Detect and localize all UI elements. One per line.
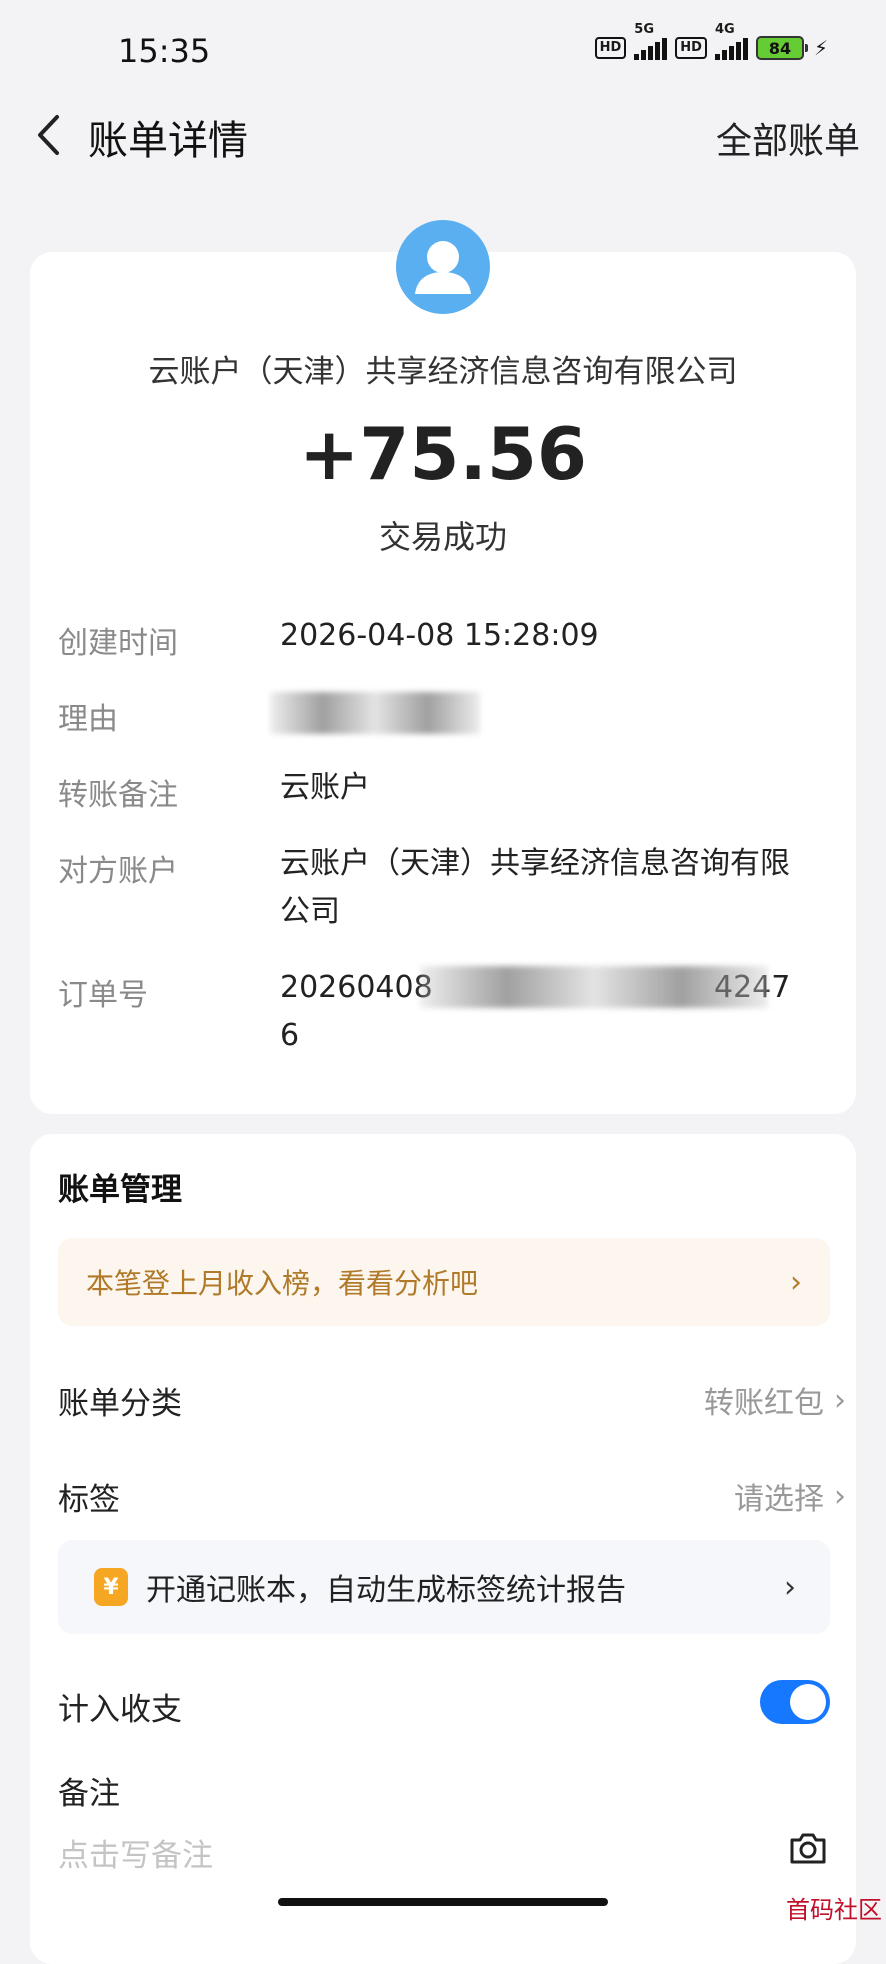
counterparty-account-label: 对方账户 [58,854,178,889]
hd-badge: HD [675,37,707,59]
camera-icon[interactable] [786,1826,830,1870]
yuan-icon: ¥ [94,1568,128,1606]
tag-label: 标签 [58,1482,120,1518]
category-selector[interactable]: 转账红包 › [704,1378,846,1422]
user-icon [415,241,471,294]
tag-selector[interactable]: 请选择 › [734,1474,846,1518]
charging-icon: ⚡ [813,36,828,60]
note-input[interactable]: 点击写备注 [58,1830,213,1875]
battery-level: 84 [755,36,804,60]
include-in-stats-toggle[interactable] [760,1680,830,1724]
network-type-label: 4G [714,22,735,37]
signal-5g-icon: 5G [634,22,668,60]
chevron-right-icon: › [834,1382,846,1418]
counterparty-name: 云账户（天津）共享经济信息咨询有限公司 [148,354,738,390]
status-time: 15:35 [118,32,211,70]
counterparty-account-value: 云账户（天津）共享经济信息咨询有限 公司 [280,846,790,929]
chevron-right-icon: › [834,1478,846,1514]
created-time-label: 创建时间 [58,626,178,661]
income-rank-banner[interactable]: 本笔登上月收入榜，看看分析吧 › [58,1238,830,1326]
network-type-label: 5G [634,22,654,37]
redacted-order [420,966,768,1008]
hd-badge: HD [594,37,627,59]
status-icons: HD 5G HD 4G 84 ⚡ [594,22,828,60]
chevron-left-icon [38,115,59,155]
redacted-reason [270,692,480,734]
chevron-right-icon: › [790,1264,802,1300]
category-label: 账单分类 [58,1386,182,1422]
section-title: 账单管理 [58,1172,182,1208]
avatar [396,220,490,314]
all-bills-link[interactable]: 全部账单 [716,112,860,164]
note-label: 备注 [58,1776,120,1812]
transaction-status: 交易成功 [378,518,507,556]
include-in-stats-label: 计入收支 [58,1692,182,1728]
reason-label: 理由 [58,702,118,737]
signal-4g-icon: 4G [714,22,748,60]
home-indicator[interactable] [278,1898,608,1906]
chevron-right-icon: › [784,1569,796,1605]
amount: +75.56 [298,412,588,496]
back-button[interactable] [28,110,68,160]
remark-label: 转账备注 [58,778,178,813]
order-number-label: 订单号 [58,978,148,1013]
banner-text: 本笔登上月收入榜，看看分析吧 [86,1267,479,1300]
page-title: 账单详情 [88,118,248,164]
ledger-promo[interactable]: ¥ 开通记账本，自动生成标签统计报告 › [58,1540,830,1634]
battery-icon: 84 ⚡ [755,36,828,60]
promo-text: 开通记账本，自动生成标签统计报告 [146,1573,626,1608]
created-time-value: 2026-04-08 15:28:09 [280,618,599,653]
remark-value: 云账户 [280,770,370,805]
